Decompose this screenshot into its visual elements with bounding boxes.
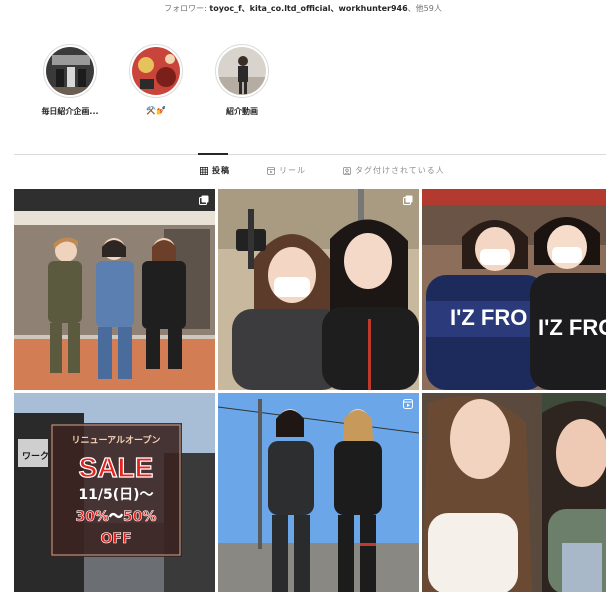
- post-thumbnail[interactable]: [422, 393, 606, 592]
- reel-icon: [403, 399, 413, 409]
- highlight-intro-video[interactable]: 紹介動画: [202, 44, 282, 117]
- poster-off: OFF: [100, 531, 131, 547]
- tab-label: タグ付けされている人: [355, 166, 445, 175]
- highlight-daily-intro[interactable]: 毎日紹介企画...: [30, 44, 110, 117]
- active-tab-indicator: [198, 153, 228, 155]
- poster-date: 11/5(日)〜: [78, 487, 153, 503]
- poster-subtitle: リニューアルオープン: [71, 434, 160, 446]
- multi-post-icon: [199, 195, 209, 205]
- followers-summary[interactable]: フォロワー: toyoc_f、kita_co.ltd_official、work…: [0, 3, 606, 14]
- tab-label: 投稿: [212, 166, 230, 175]
- post-thumbnail[interactable]: [218, 393, 419, 592]
- shirt-print-right: I'Z FRO: [538, 315, 606, 340]
- post-thumbnail[interactable]: [14, 189, 215, 390]
- reels-icon: [267, 166, 275, 175]
- profile-tabs: 投稿 リール タグ付けされている人: [0, 165, 606, 179]
- followers-names[interactable]: toyoc_f、kita_co.ltd_official、workhunter9…: [209, 4, 407, 13]
- post-thumbnail[interactable]: [218, 189, 419, 390]
- highlight-label: 毎日紹介企画...: [41, 107, 99, 116]
- highlight-ring: [129, 44, 183, 98]
- highlight-label: ⚒️💅: [146, 106, 166, 115]
- story-highlights: 毎日紹介企画... ⚒️💅 紹介動画: [0, 44, 606, 124]
- shirt-print-left: I'Z FRO: [450, 305, 527, 330]
- tabs-divider: [14, 154, 606, 155]
- store-sign-text: ワーク: [22, 451, 49, 462]
- tagged-user-icon: [343, 166, 351, 175]
- multi-post-icon: [403, 195, 413, 205]
- post-thumbnail[interactable]: ワーク リニューアルオープン SALE 11/5(日)〜 30%〜50% OFF: [14, 393, 215, 592]
- poster-sale: SALE: [79, 452, 154, 483]
- highlight-thumbnail: [46, 47, 94, 95]
- highlight-tools[interactable]: ⚒️💅: [116, 44, 196, 115]
- highlight-ring: [215, 44, 269, 98]
- post-thumbnail[interactable]: I'Z FRO I'Z FRO: [422, 189, 606, 390]
- tab-label: リール: [279, 166, 306, 175]
- highlight-label: 紹介動画: [226, 107, 258, 116]
- followers-prefix: フォロワー:: [164, 4, 210, 13]
- highlight-ring: [43, 44, 97, 98]
- tab-tagged[interactable]: タグ付けされている人: [343, 165, 445, 176]
- highlight-thumbnail: [132, 47, 180, 95]
- highlight-thumbnail: [218, 47, 266, 95]
- grid-icon: [200, 166, 208, 175]
- tab-posts[interactable]: 投稿: [200, 165, 230, 176]
- followers-suffix: 、他59人: [407, 4, 442, 13]
- poster-discount: 30%〜50%: [75, 509, 156, 525]
- tab-reels[interactable]: リール: [267, 165, 306, 176]
